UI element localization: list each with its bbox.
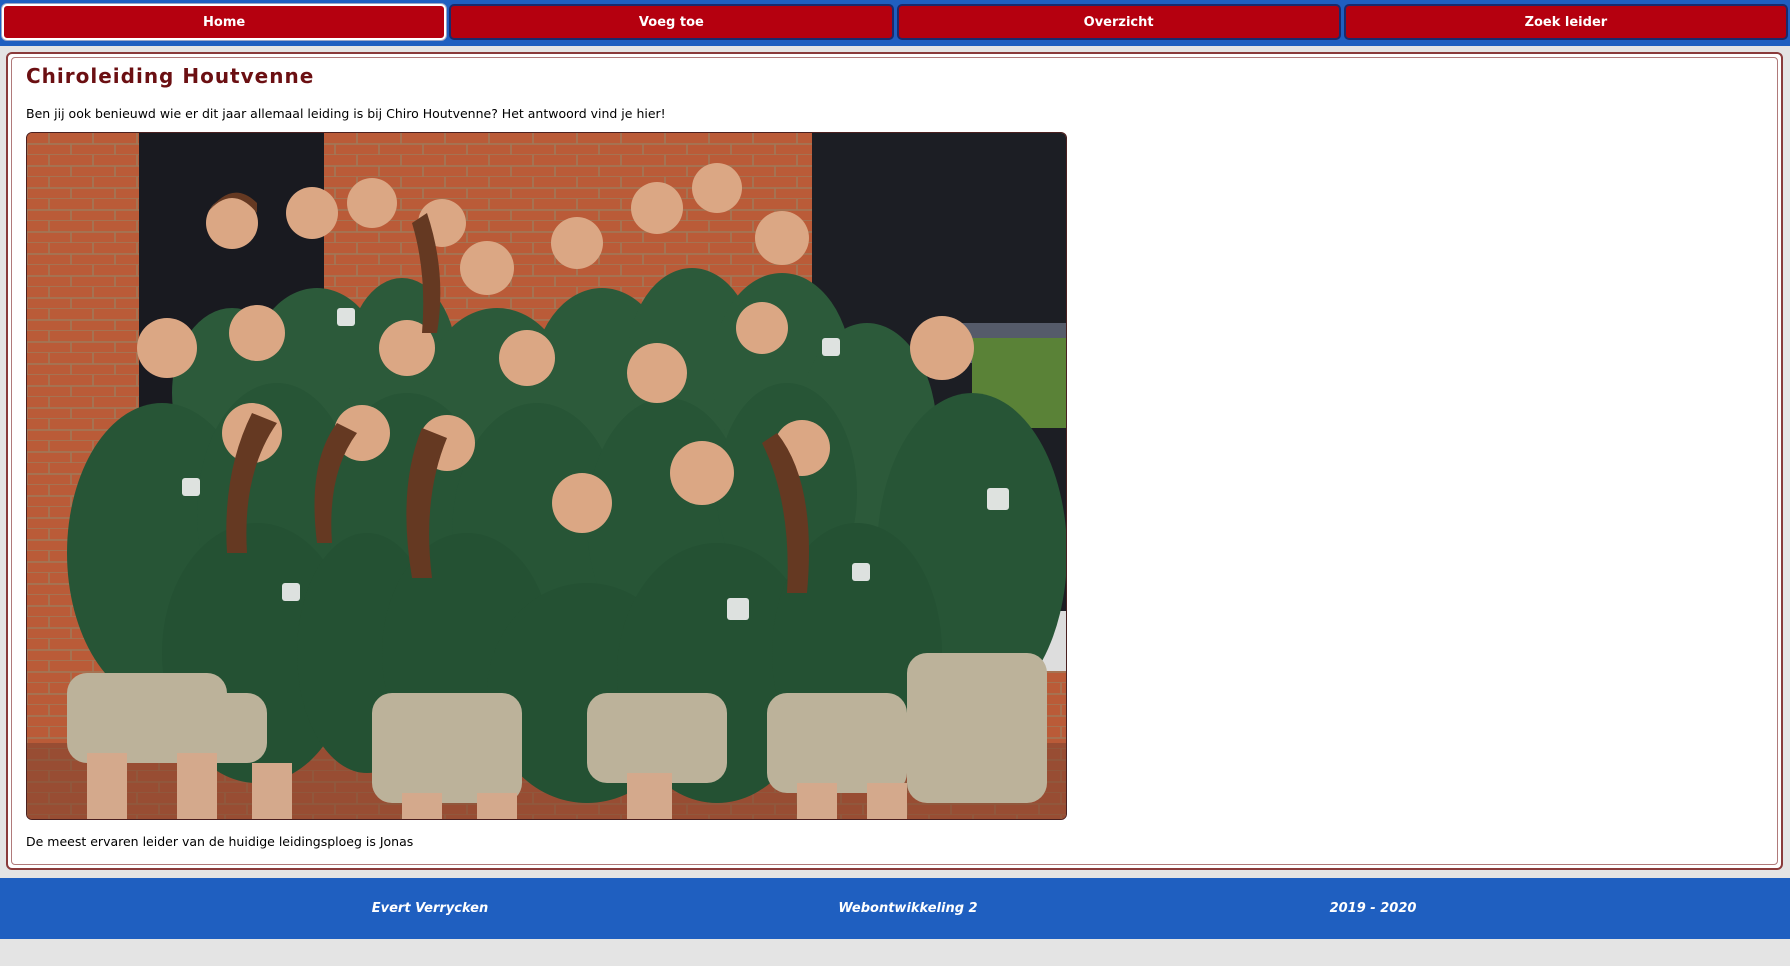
footer-course: Webontwikkeling 2 (838, 901, 978, 916)
main-content: Chiroleiding Houtvenne Ben jij ook benie… (6, 52, 1783, 870)
footer-year: 2019 - 2020 (1329, 901, 1417, 916)
group-photo (26, 132, 1067, 820)
intro-text: Ben jij ook benieuwd wie er dit jaar all… (26, 106, 666, 121)
main-nav: Home Voeg toe Overzicht Zoek leider (0, 0, 1790, 46)
nav-home[interactable]: Home (2, 4, 447, 40)
caption-text: De meest ervaren leider van de huidige l… (26, 834, 414, 849)
footer-author: Evert Verrycken (371, 901, 489, 916)
page-title: Chiroleiding Houtvenne (26, 64, 315, 88)
nav-voeg-toe[interactable]: Voeg toe (449, 4, 894, 40)
footer: Evert Verrycken Webontwikkeling 2 2019 -… (0, 878, 1790, 939)
nav-overzicht[interactable]: Overzicht (896, 4, 1341, 40)
nav-zoek-leider[interactable]: Zoek leider (1343, 4, 1788, 40)
